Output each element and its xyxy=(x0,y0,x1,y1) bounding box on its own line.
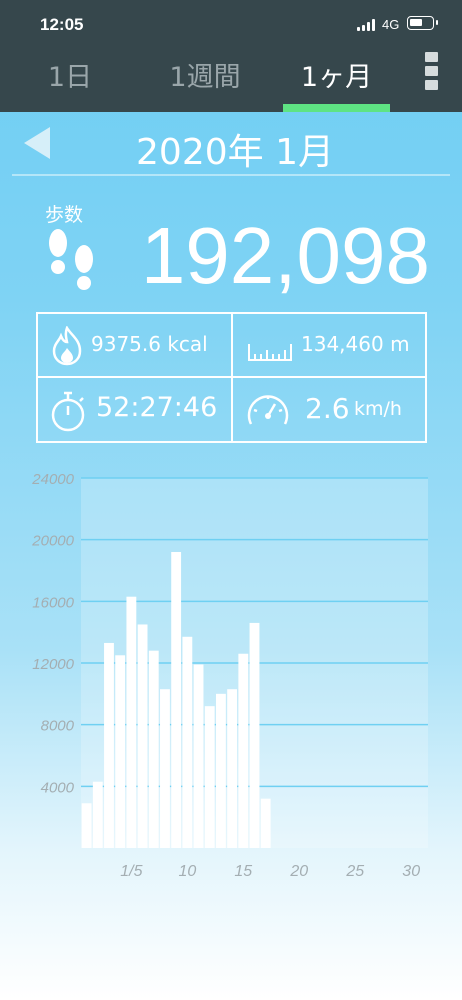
speed-stat: 2.6 km/h xyxy=(233,378,427,438)
duration-value: 52:27:46 xyxy=(96,392,218,423)
battery-icon xyxy=(407,16,438,30)
bar-day-5 xyxy=(126,596,137,848)
bar-day-15 xyxy=(238,653,249,848)
x-tick-label: 1/5 xyxy=(120,863,142,880)
bar-day-8 xyxy=(160,689,170,848)
bar-day-4 xyxy=(115,655,126,848)
calories-value: 9375.6 kcal xyxy=(91,332,208,356)
bar-day-9 xyxy=(171,552,182,848)
bar-day-2 xyxy=(92,781,103,848)
bar-day-7 xyxy=(148,650,159,848)
ruler-icon xyxy=(248,344,292,361)
divider xyxy=(12,174,450,176)
y-tick-label: 12000 xyxy=(32,656,74,673)
bar-day-11 xyxy=(193,664,204,848)
x-tick-label: 20 xyxy=(289,863,308,880)
x-tick-label: 30 xyxy=(402,863,420,880)
y-tick-label: 24000 xyxy=(31,471,74,488)
steps-bar-chart: 4000 8000 12000 16000 20000 24000 1/5 10 15 20 25 3… xyxy=(31,471,428,880)
network-type: 4G xyxy=(382,17,400,32)
header-bar: 12:05 4G 1日 1週間 1ヶ月 xyxy=(0,0,462,112)
x-tick-label: 15 xyxy=(234,863,252,880)
footprints-icon xyxy=(49,229,93,290)
bar-day-1 xyxy=(81,803,92,848)
speed-unit: km/h xyxy=(354,398,402,420)
bar-day-12 xyxy=(204,706,215,848)
bar-day-3 xyxy=(104,642,114,848)
tab-1-week[interactable]: 1週間 xyxy=(150,60,260,96)
signal-icon xyxy=(357,19,377,31)
y-tick-label: 20000 xyxy=(31,533,74,550)
stats-grid: 9375.6 kcal 134,460 m 52:27:46 2.6 km/h xyxy=(36,312,427,443)
steps-label: 歩数 xyxy=(45,204,84,226)
distance-stat: 134,460 m xyxy=(233,314,427,374)
y-tick-label: 4000 xyxy=(41,779,75,796)
back-arrow-icon[interactable] xyxy=(24,127,50,159)
status-time: 12:05 xyxy=(40,15,84,34)
period-title: 2020年 1月 xyxy=(136,132,334,173)
steps-total: 192,098 xyxy=(140,211,430,300)
bar-day-10 xyxy=(182,636,193,848)
bar-day-6 xyxy=(137,624,148,848)
tab-1-month[interactable]: 1ヶ月 xyxy=(283,60,390,96)
x-tick-label: 10 xyxy=(178,863,196,880)
x-tick-label: 25 xyxy=(345,863,364,880)
bar-day-17 xyxy=(260,798,271,848)
speedometer-icon xyxy=(247,395,289,425)
status-bar: 12:05 4G xyxy=(0,0,462,50)
tab-1-day[interactable]: 1日 xyxy=(30,60,110,96)
y-tick-label: 8000 xyxy=(41,718,75,735)
bar-day-13 xyxy=(215,693,226,848)
stopwatch-icon xyxy=(51,391,85,432)
duration-stat: 52:27:46 xyxy=(38,378,231,438)
bar-day-14 xyxy=(227,689,238,848)
speed-value: 2.6 xyxy=(305,392,350,425)
active-tab-indicator xyxy=(283,104,390,112)
distance-value: 134,460 m xyxy=(301,332,410,356)
fire-icon xyxy=(52,326,82,366)
calories-stat: 9375.6 kcal xyxy=(38,314,231,374)
more-menu-icon[interactable] xyxy=(425,52,439,90)
bar-day-16 xyxy=(249,622,260,848)
y-tick-label: 16000 xyxy=(32,594,74,611)
